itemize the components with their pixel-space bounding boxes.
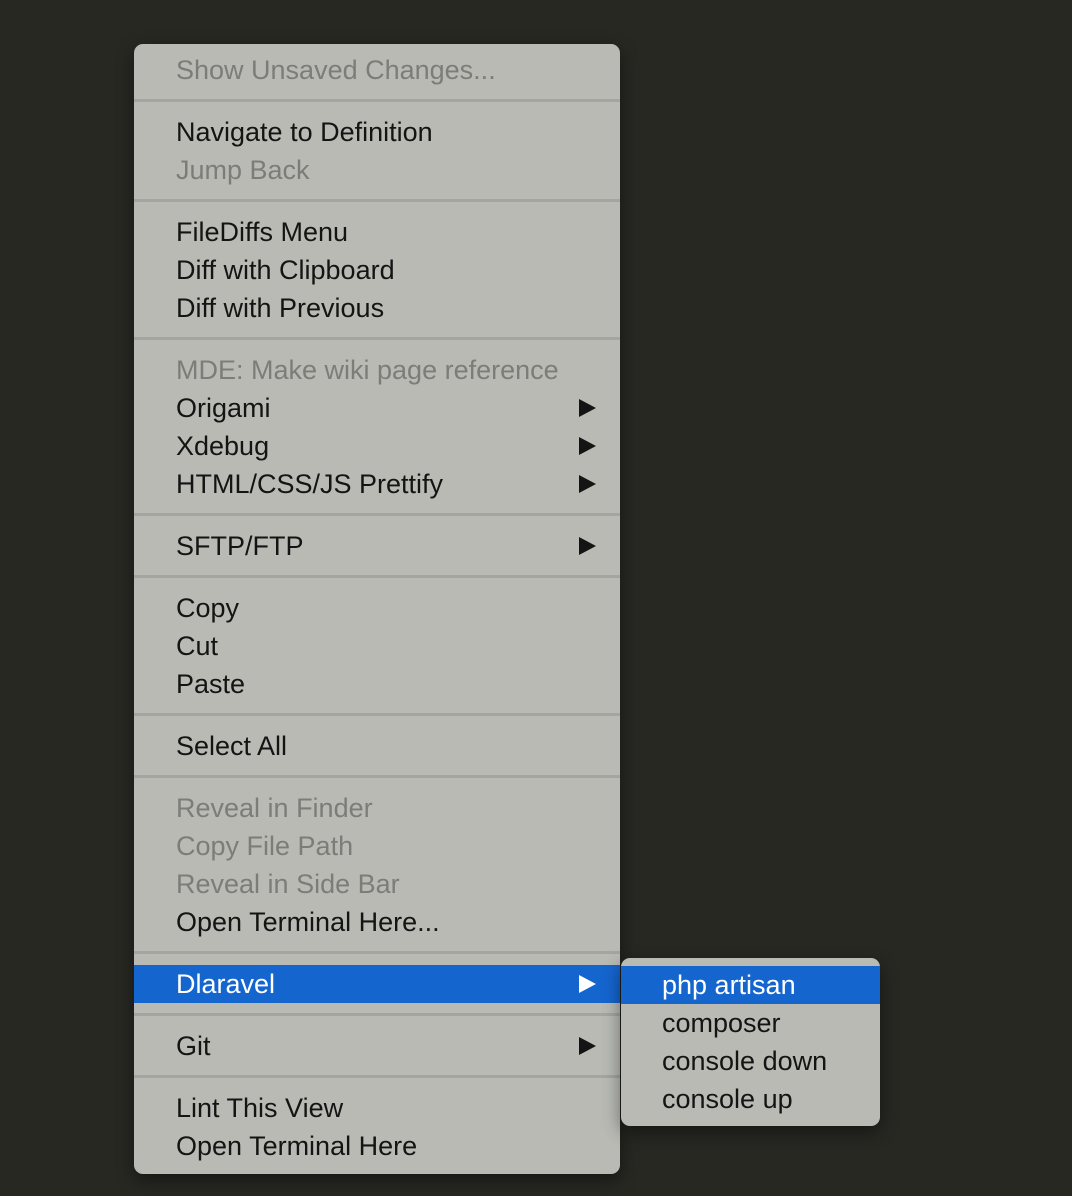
menu-item-label: Open Terminal Here (176, 1131, 418, 1161)
menu-separator (134, 765, 620, 789)
menu-item-label: Paste (176, 669, 246, 699)
menu-separator (134, 565, 620, 589)
submenu-item-console-down[interactable]: console down (621, 1042, 880, 1080)
dlaravel-submenu: php artisan composer console down console u… (621, 958, 880, 1126)
menu-item-xdebug[interactable]: Xdebug (134, 427, 620, 465)
menu-item-label: Xdebug (176, 431, 270, 461)
submenu-arrow-icon (579, 975, 596, 993)
menu-item-label: Diff with Clipboard (176, 255, 395, 285)
menu-item-copy[interactable]: Copy (134, 589, 620, 627)
menu-separator (134, 89, 620, 113)
menu-item-dlaravel[interactable]: Dlaravel (134, 965, 620, 1003)
menu-item-open-terminal-here[interactable]: Open Terminal Here (134, 1127, 620, 1165)
submenu-arrow-icon (579, 399, 596, 417)
menu-item-label: Origami (176, 393, 271, 423)
menu-item-label: Show Unsaved Changes... (176, 55, 496, 85)
menu-item-label: Reveal in Finder (176, 793, 373, 823)
menu-item-paste[interactable]: Paste (134, 665, 620, 703)
menu-separator (134, 1065, 620, 1089)
menu-item-filediffs-menu[interactable]: FileDiffs Menu (134, 213, 620, 251)
menu-item-label: FileDiffs Menu (176, 217, 349, 247)
submenu-item-php-artisan[interactable]: php artisan (621, 966, 880, 1004)
menu-item-diff-with-previous[interactable]: Diff with Previous (134, 289, 620, 327)
submenu-arrow-icon (579, 537, 596, 555)
menu-separator (134, 703, 620, 727)
menu-item-label: Git (176, 1031, 211, 1061)
menu-item-diff-with-clipboard[interactable]: Diff with Clipboard (134, 251, 620, 289)
menu-separator (134, 941, 620, 965)
menu-item-label: Select All (176, 731, 288, 761)
menu-item-label: Cut (176, 631, 219, 661)
menu-item-show-unsaved-changes[interactable]: Show Unsaved Changes... (134, 51, 620, 89)
submenu-item-label: console up (662, 1084, 793, 1114)
menu-item-label: Diff with Previous (176, 293, 385, 323)
submenu-item-composer[interactable]: composer (621, 1004, 880, 1042)
menu-item-label: Reveal in Side Bar (176, 869, 400, 899)
context-menu: Show Unsaved Changes... Navigate to Defin… (134, 44, 620, 1174)
menu-item-copy-file-path[interactable]: Copy File Path (134, 827, 620, 865)
submenu-arrow-icon (579, 475, 596, 493)
submenu-arrow-icon (579, 1037, 596, 1055)
menu-item-label: Copy File Path (176, 831, 354, 861)
menu-item-navigate-to-definition[interactable]: Navigate to Definition (134, 113, 620, 151)
menu-separator (134, 503, 620, 527)
menu-item-label: Dlaravel (176, 969, 276, 999)
submenu-item-label: composer (662, 1008, 781, 1038)
menu-item-label: Lint This View (176, 1093, 344, 1123)
menu-item-label: Copy (176, 593, 240, 623)
submenu-arrow-icon (579, 437, 596, 455)
submenu-item-label: php artisan (662, 970, 796, 1000)
menu-item-html-css-js-prettify[interactable]: HTML/CSS/JS Prettify (134, 465, 620, 503)
menu-item-mde-make-wiki-page-reference[interactable]: MDE: Make wiki page reference (134, 351, 620, 389)
menu-item-label: Navigate to Definition (176, 117, 433, 147)
menu-item-origami[interactable]: Origami (134, 389, 620, 427)
submenu-item-label: console down (662, 1046, 828, 1076)
menu-separator (134, 327, 620, 351)
menu-item-label: Jump Back (176, 155, 310, 185)
menu-item-reveal-in-side-bar[interactable]: Reveal in Side Bar (134, 865, 620, 903)
menu-item-cut[interactable]: Cut (134, 627, 620, 665)
menu-separator (134, 1003, 620, 1027)
menu-item-lint-this-view[interactable]: Lint This View (134, 1089, 620, 1127)
menu-item-open-terminal-here[interactable]: Open Terminal Here... (134, 903, 620, 941)
menu-item-label: Open Terminal Here... (176, 907, 440, 937)
menu-item-label: MDE: Make wiki page reference (176, 355, 559, 385)
menu-item-select-all[interactable]: Select All (134, 727, 620, 765)
menu-item-label: HTML/CSS/JS Prettify (176, 469, 444, 499)
menu-item-label: SFTP/FTP (176, 531, 304, 561)
menu-separator (134, 189, 620, 213)
menu-item-reveal-in-finder[interactable]: Reveal in Finder (134, 789, 620, 827)
menu-item-jump-back[interactable]: Jump Back (134, 151, 620, 189)
menu-item-sftp-ftp[interactable]: SFTP/FTP (134, 527, 620, 565)
menu-item-git[interactable]: Git (134, 1027, 620, 1065)
submenu-item-console-up[interactable]: console up (621, 1080, 880, 1118)
